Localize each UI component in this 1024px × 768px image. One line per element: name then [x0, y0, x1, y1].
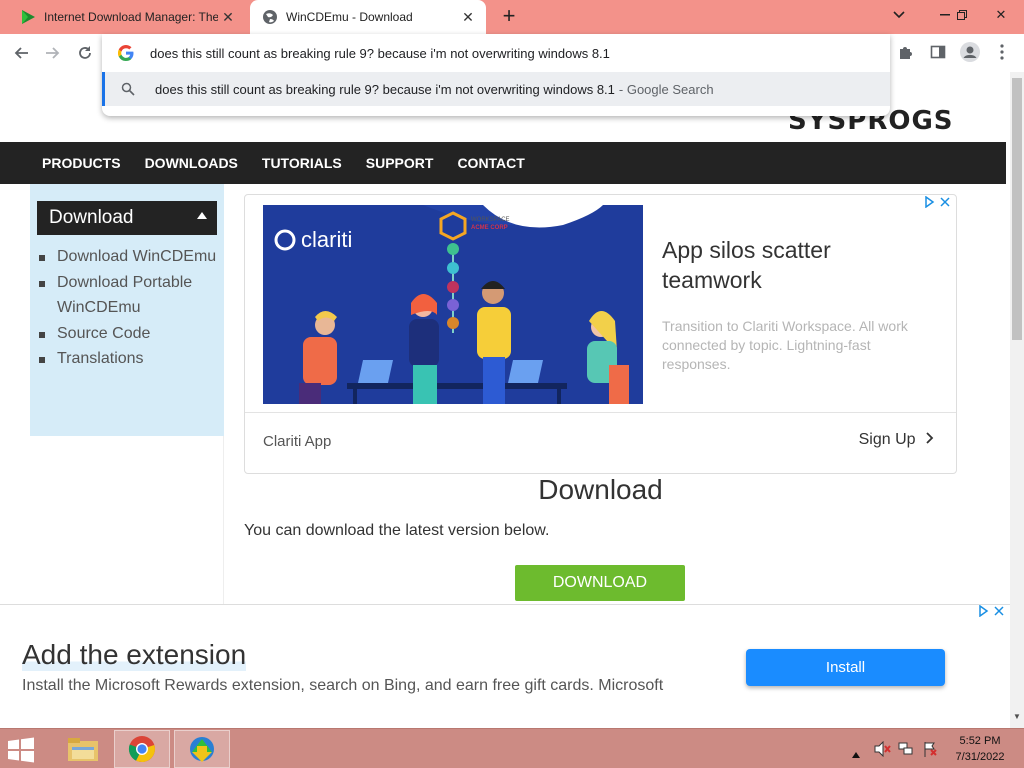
suggestion-text: does this still count as breaking rule 9… — [155, 81, 615, 97]
sidebar-item-source-code[interactable]: Source Code — [38, 321, 218, 347]
adchoices-icon[interactable] — [978, 604, 1006, 620]
forward-arrow-icon[interactable] — [40, 40, 66, 66]
sidebar-header-label: Download — [49, 207, 134, 228]
suggestion-suffix: - Google Search — [618, 81, 714, 97]
sidebar-header[interactable]: Download — [37, 201, 217, 235]
tab-internet-download-manager[interactable]: Internet Download Manager: The ✕ — [8, 0, 246, 34]
page-scrollbar[interactable] — [1010, 72, 1024, 728]
tab-strip: Internet Download Manager: The ✕ WinCDEm… — [0, 0, 1024, 34]
new-tab-button[interactable]: + — [498, 5, 520, 28]
ad-signup-link[interactable]: Sign Up — [859, 431, 934, 449]
restore-icon[interactable] — [945, 0, 979, 30]
close-tab-icon[interactable]: ✕ — [218, 7, 238, 27]
ad-headline[interactable]: App silos scatter teamwork — [662, 235, 922, 295]
ad-advertiser[interactable]: Clariti App — [263, 433, 331, 450]
idm-play-icon — [20, 9, 36, 25]
idm-taskbar-icon[interactable] — [174, 730, 230, 768]
page-description: You can download the latest version belo… — [244, 522, 550, 539]
ad-illustration-image[interactable]: clariti WORKSPACE ACME CORP — [263, 205, 643, 404]
nav-contact[interactable]: CONTACT — [457, 155, 524, 171]
google-g-icon — [117, 45, 134, 62]
file-explorer-icon[interactable] — [55, 730, 111, 768]
nav-products[interactable]: PRODUCTS — [42, 155, 121, 171]
sidebar: Download Download WinCDEmu Download Port… — [30, 184, 224, 436]
scrollbar-thumb[interactable] — [1012, 78, 1022, 340]
omnibox-dropdown: does this still count as breaking rule 9… — [102, 34, 890, 116]
volume-muted-icon[interactable] — [874, 740, 892, 762]
menu-dots-icon[interactable] — [990, 40, 1014, 64]
windows-taskbar: 5:52 PM 7/31/2022 — [0, 728, 1024, 768]
windows-start-icon[interactable] — [6, 737, 40, 763]
reload-icon[interactable] — [72, 40, 98, 66]
ad-badge-line1: WORKSPACE — [471, 217, 510, 223]
sidebar-item-download-portable[interactable]: Download Portable WinCDEmu — [38, 270, 218, 321]
nav-tutorials[interactable]: TUTORIALS — [262, 155, 342, 171]
clock-time: 5:52 PM — [959, 735, 1001, 747]
tab-title: Internet Download Manager: The — [44, 10, 218, 24]
tab-title: WinCDEmu - Download — [286, 10, 413, 24]
close-window-icon[interactable]: ✕ — [984, 0, 1018, 30]
network-icon[interactable] — [898, 741, 914, 762]
display-ad[interactable]: clariti WORKSPACE ACME CORP App silos sc… — [244, 194, 957, 474]
search-icon — [121, 82, 135, 96]
nav-downloads[interactable]: DOWNLOADS — [145, 155, 238, 171]
back-arrow-icon[interactable] — [8, 40, 34, 66]
chevron-right-icon — [926, 431, 934, 448]
ad-body-text: Transition to Clariti Workspace. All wor… — [662, 318, 908, 372]
profile-avatar-icon[interactable] — [958, 40, 982, 64]
ad-brand-text: clariti — [301, 227, 352, 252]
ad-signup-label: Sign Up — [858, 431, 916, 448]
nav-support[interactable]: SUPPORT — [366, 155, 434, 171]
download-button[interactable]: DOWNLOAD — [515, 565, 685, 601]
action-center-flag-icon[interactable] — [922, 741, 938, 762]
caret-up-icon — [197, 212, 207, 219]
bottom-anchor-ad[interactable]: Add the extension Install the Microsoft … — [0, 604, 1010, 728]
clock-date: 7/31/2022 — [955, 751, 1005, 763]
side-panel-icon[interactable] — [926, 40, 950, 64]
globe-icon — [262, 9, 278, 25]
page-title: Download — [538, 474, 663, 505]
ad-divider — [245, 412, 956, 413]
taskbar-clock[interactable]: 5:52 PM 7/31/2022 — [950, 733, 1010, 765]
site-navigation: PRODUCTS DOWNLOADS TUTORIALS SUPPORT CON… — [0, 142, 1006, 184]
ad-badge-line2: ACME CORP — [471, 225, 508, 231]
tab-wincdemu-download[interactable]: WinCDEmu - Download ✕ — [250, 0, 486, 34]
web-page: SYSPROGS PRODUCTS DOWNLOADS TUTORIALS SU… — [0, 72, 1010, 728]
omnibox-suggestion[interactable]: does this still count as breaking rule 9… — [102, 72, 890, 106]
show-hidden-icons-icon[interactable] — [852, 745, 860, 763]
bottom-ad-title[interactable]: Add the extension — [22, 639, 247, 671]
address-bar-text: does this still count as breaking rule 9… — [150, 45, 610, 61]
scroll-down-arrow-icon[interactable]: ▼ — [1010, 708, 1024, 726]
install-button[interactable]: Install — [746, 649, 945, 686]
system-tray — [850, 739, 950, 759]
address-bar[interactable]: does this still count as breaking rule 9… — [102, 34, 890, 72]
sidebar-item-translations[interactable]: Translations — [38, 346, 218, 372]
close-tab-icon[interactable]: ✕ — [458, 7, 478, 27]
sidebar-list: Download WinCDEmu Download Portable WinC… — [38, 244, 218, 372]
adchoices-icon[interactable] — [924, 195, 952, 211]
sidebar-item-download-wincdemu[interactable]: Download WinCDEmu — [38, 244, 218, 270]
tab-search-chevron-icon[interactable] — [882, 0, 916, 30]
chrome-icon[interactable] — [114, 730, 170, 768]
extensions-puzzle-icon[interactable] — [894, 40, 918, 64]
bottom-ad-text: Install the Microsoft Rewards extension,… — [22, 677, 664, 694]
